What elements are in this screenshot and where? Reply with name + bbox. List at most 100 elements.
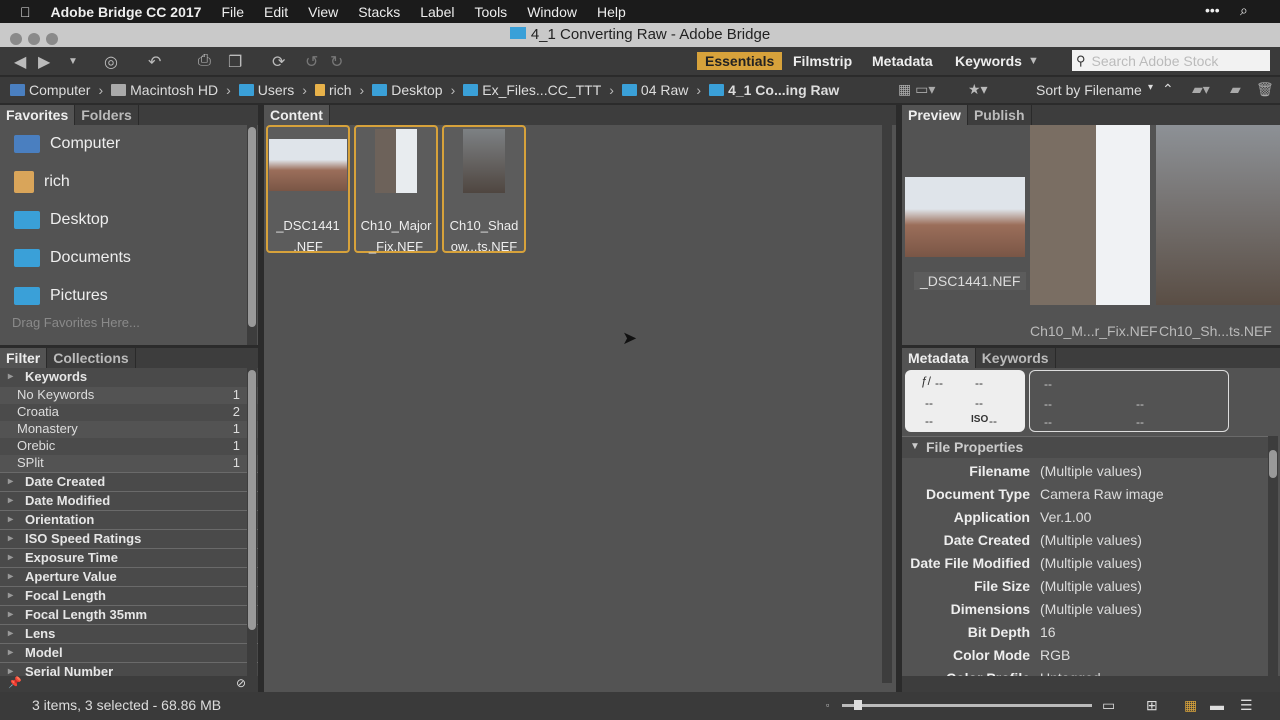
rotate-right-icon[interactable]: ↻ [330, 52, 343, 72]
keyword-row[interactable]: SPlit 1 [0, 455, 258, 472]
keyword-row[interactable]: No Keywords 1 [0, 387, 258, 404]
preview-image-3[interactable] [1156, 125, 1280, 305]
open-recent-folder-icon[interactable]: ▰▾ [1192, 81, 1210, 98]
favorite-documents[interactable]: Documents [0, 239, 258, 277]
menu-stacks[interactable]: Stacks [358, 4, 400, 20]
filter-focal-length[interactable]: Focal Length [0, 586, 258, 605]
crumb-users[interactable]: Users [238, 82, 294, 98]
tab-preview[interactable]: Preview [902, 105, 968, 125]
spotlight-search-icon[interactable]: ⌕ [1240, 2, 1248, 19]
filter-exposure-time[interactable]: Exposure Time [0, 548, 258, 567]
metadata-scrollbar[interactable] [1268, 436, 1278, 676]
filter-orientation[interactable]: Orientation [0, 510, 258, 529]
search-input[interactable]: ⚲ Search Adobe Stock [1072, 50, 1270, 71]
favorite-desktop[interactable]: Desktop [0, 201, 258, 239]
view-list-icon[interactable]: ☰ [1240, 692, 1253, 718]
crumb-rich[interactable]: rich [314, 82, 352, 98]
tab-folders[interactable]: Folders [75, 105, 139, 125]
preview-image-2[interactable] [1030, 125, 1150, 305]
workspace-essentials[interactable]: Essentials [697, 52, 783, 70]
favorite-rich[interactable]: rich [0, 163, 258, 201]
thumbnail-size-large-icon[interactable]: ▭ [1102, 692, 1115, 718]
menu-window[interactable]: Window [527, 4, 577, 20]
sort-dropdown[interactable]: Sort by Filename [1036, 82, 1142, 98]
view-thumbnails-icon[interactable]: ▦ [1184, 692, 1197, 718]
tab-filter[interactable]: Filter [0, 348, 48, 368]
filter-lens[interactable]: Lens [0, 624, 258, 643]
keyword-row[interactable]: Croatia 2 [0, 404, 258, 421]
crumb-computer[interactable]: Computer [10, 82, 90, 98]
minimize-window-button[interactable] [28, 33, 40, 45]
thumbnail-dsc1441[interactable]: _DSC1441 .NEF [266, 125, 350, 254]
menu-tools[interactable]: Tools [475, 4, 508, 20]
filter-iso[interactable]: ISO Speed Ratings [0, 529, 258, 548]
clear-filter-icon[interactable]: ⊘ [236, 676, 246, 690]
crumb-desktop[interactable]: Desktop [372, 82, 443, 98]
forward-icon[interactable]: ▶ [38, 52, 50, 72]
app-menu[interactable]: Adobe Bridge CC 2017 [51, 4, 202, 20]
menu-label[interactable]: Label [420, 4, 454, 20]
sort-dropdown-arrow-icon[interactable]: ▾ [1148, 82, 1153, 93]
pin-filter-icon[interactable]: 📌 [8, 676, 22, 689]
tab-keywords[interactable]: Keywords [976, 348, 1056, 368]
star-filter-icon[interactable]: ★▾ [968, 81, 988, 98]
workspace-filmstrip[interactable]: Filmstrip [785, 52, 860, 70]
workspace-dropdown-icon[interactable]: ▼ [1028, 55, 1039, 67]
menu-view[interactable]: View [308, 4, 338, 20]
crumb-04-raw[interactable]: 04 Raw [621, 82, 688, 98]
filter-date-modified[interactable]: Date Modified [0, 491, 258, 510]
grid-lock-icon[interactable]: ⊞ [1146, 692, 1158, 718]
filter-keywords-header[interactable]: Keywords [0, 368, 258, 387]
tab-content[interactable]: Content [264, 105, 330, 125]
zoom-window-button[interactable] [46, 33, 58, 45]
content-scrollbar[interactable] [882, 125, 892, 683]
thumbnail-size-small-icon[interactable]: ▫ [826, 692, 829, 718]
apple-menu-icon[interactable]:  [20, 4, 31, 20]
back-icon[interactable]: ◀ [14, 52, 26, 72]
new-folder-icon[interactable]: ▰ [1230, 81, 1241, 98]
close-window-button[interactable] [10, 33, 22, 45]
tab-publish[interactable]: Publish [968, 105, 1032, 125]
thumbnail-size-slider[interactable] [842, 700, 1092, 710]
menu-help[interactable]: Help [597, 4, 626, 20]
tab-collections[interactable]: Collections [47, 348, 136, 368]
refine-icon[interactable]: ❐ [228, 52, 242, 72]
filter-date-created[interactable]: Date Created [0, 472, 258, 491]
favorite-computer[interactable]: Computer [0, 125, 258, 163]
preview-caption-1: _DSC1441.NEF [914, 272, 1027, 290]
crumb-ex-files[interactable]: Ex_Files...CC_TTT [463, 82, 601, 98]
menu-edit[interactable]: Edit [264, 4, 288, 20]
filter-model[interactable]: Model [0, 643, 258, 662]
tab-metadata[interactable]: Metadata [902, 348, 976, 368]
workspace-metadata[interactable]: Metadata [864, 52, 941, 70]
favorites-scrollbar[interactable] [247, 125, 257, 345]
crumb-current-folder[interactable]: 4_1 Co...ing Raw [709, 82, 839, 98]
camera-import-icon[interactable]: ⎙ [198, 52, 211, 70]
keyword-row[interactable]: Monastery 1 [0, 421, 258, 438]
metadata-row: Bit Depth 16 [967, 623, 1056, 640]
thumbnail-ch10-shadows[interactable]: Ch10_Shad ow...ts.NEF [442, 125, 526, 254]
thumbnail-ch10-major-fix[interactable]: Ch10_Major _Fix.NEF [354, 125, 438, 254]
file-properties-header[interactable]: ▼ File Properties [902, 436, 1268, 458]
preview-image-1[interactable] [905, 177, 1025, 257]
creative-cloud-icon[interactable]: ⟳ [272, 52, 285, 72]
more-icon[interactable]: ••• [1205, 2, 1220, 18]
rotate-left-icon[interactable]: ↺ [305, 52, 318, 72]
sort-ascending-icon[interactable]: ⌃ [1162, 81, 1174, 98]
trash-icon[interactable]: 🗑 [1256, 81, 1274, 98]
filter-scrollbar[interactable] [247, 368, 257, 676]
filter-focal-length-35[interactable]: Focal Length 35mm [0, 605, 258, 624]
menu-file[interactable]: File [221, 4, 244, 20]
view-details-icon[interactable]: ▬ [1210, 692, 1224, 718]
crumb-macintosh-hd[interactable]: Macintosh HD [111, 82, 218, 98]
metadata-panel: Metadata Keywords ƒ/ -- -- -- -- -- ISO … [902, 348, 1280, 692]
filter-aperture[interactable]: Aperture Value [0, 567, 258, 586]
rotate-icon[interactable]: ↶ [148, 52, 161, 72]
recent-dropdown-icon[interactable]: ▼ [68, 56, 78, 67]
tab-favorites[interactable]: Favorites [0, 105, 76, 125]
workspace-keywords[interactable]: Keywords [947, 52, 1030, 70]
thumbnail-quality-icon[interactable]: ▦ ▭▾ [898, 81, 935, 98]
favorite-pictures[interactable]: Pictures [0, 277, 258, 315]
boomerang-icon[interactable]: ◎ [104, 52, 118, 72]
keyword-row[interactable]: Orebic 1 [0, 438, 258, 455]
